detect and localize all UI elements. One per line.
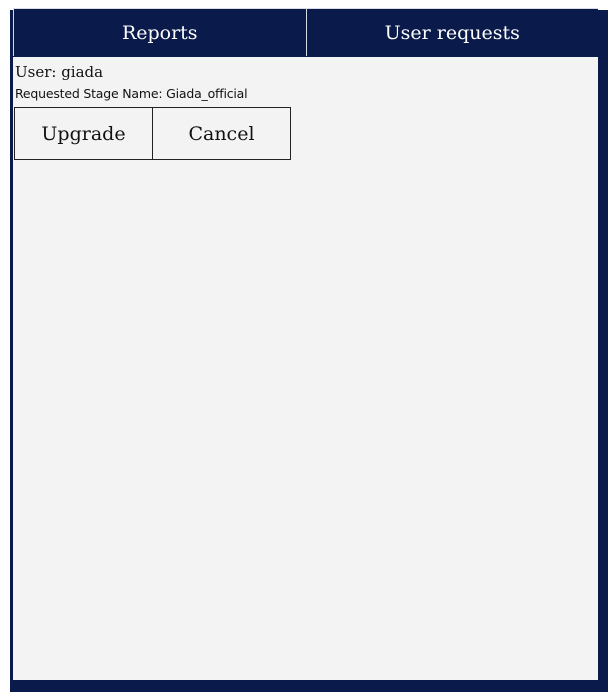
- cancel-button[interactable]: Cancel: [152, 107, 291, 160]
- tab-user-requests[interactable]: User requests: [305, 9, 598, 56]
- request-user: User: giada: [15, 63, 104, 81]
- user-requests-panel: User: giada Requested Stage Name: Giada_…: [13, 57, 598, 680]
- requested-stage-name: Requested Stage Name: Giada_official: [15, 86, 248, 101]
- upgrade-button[interactable]: Upgrade: [14, 107, 153, 160]
- tab-bar: Reports User requests: [13, 8, 598, 56]
- tab-reports[interactable]: Reports: [13, 9, 306, 56]
- request-actions: Upgrade Cancel: [14, 107, 291, 160]
